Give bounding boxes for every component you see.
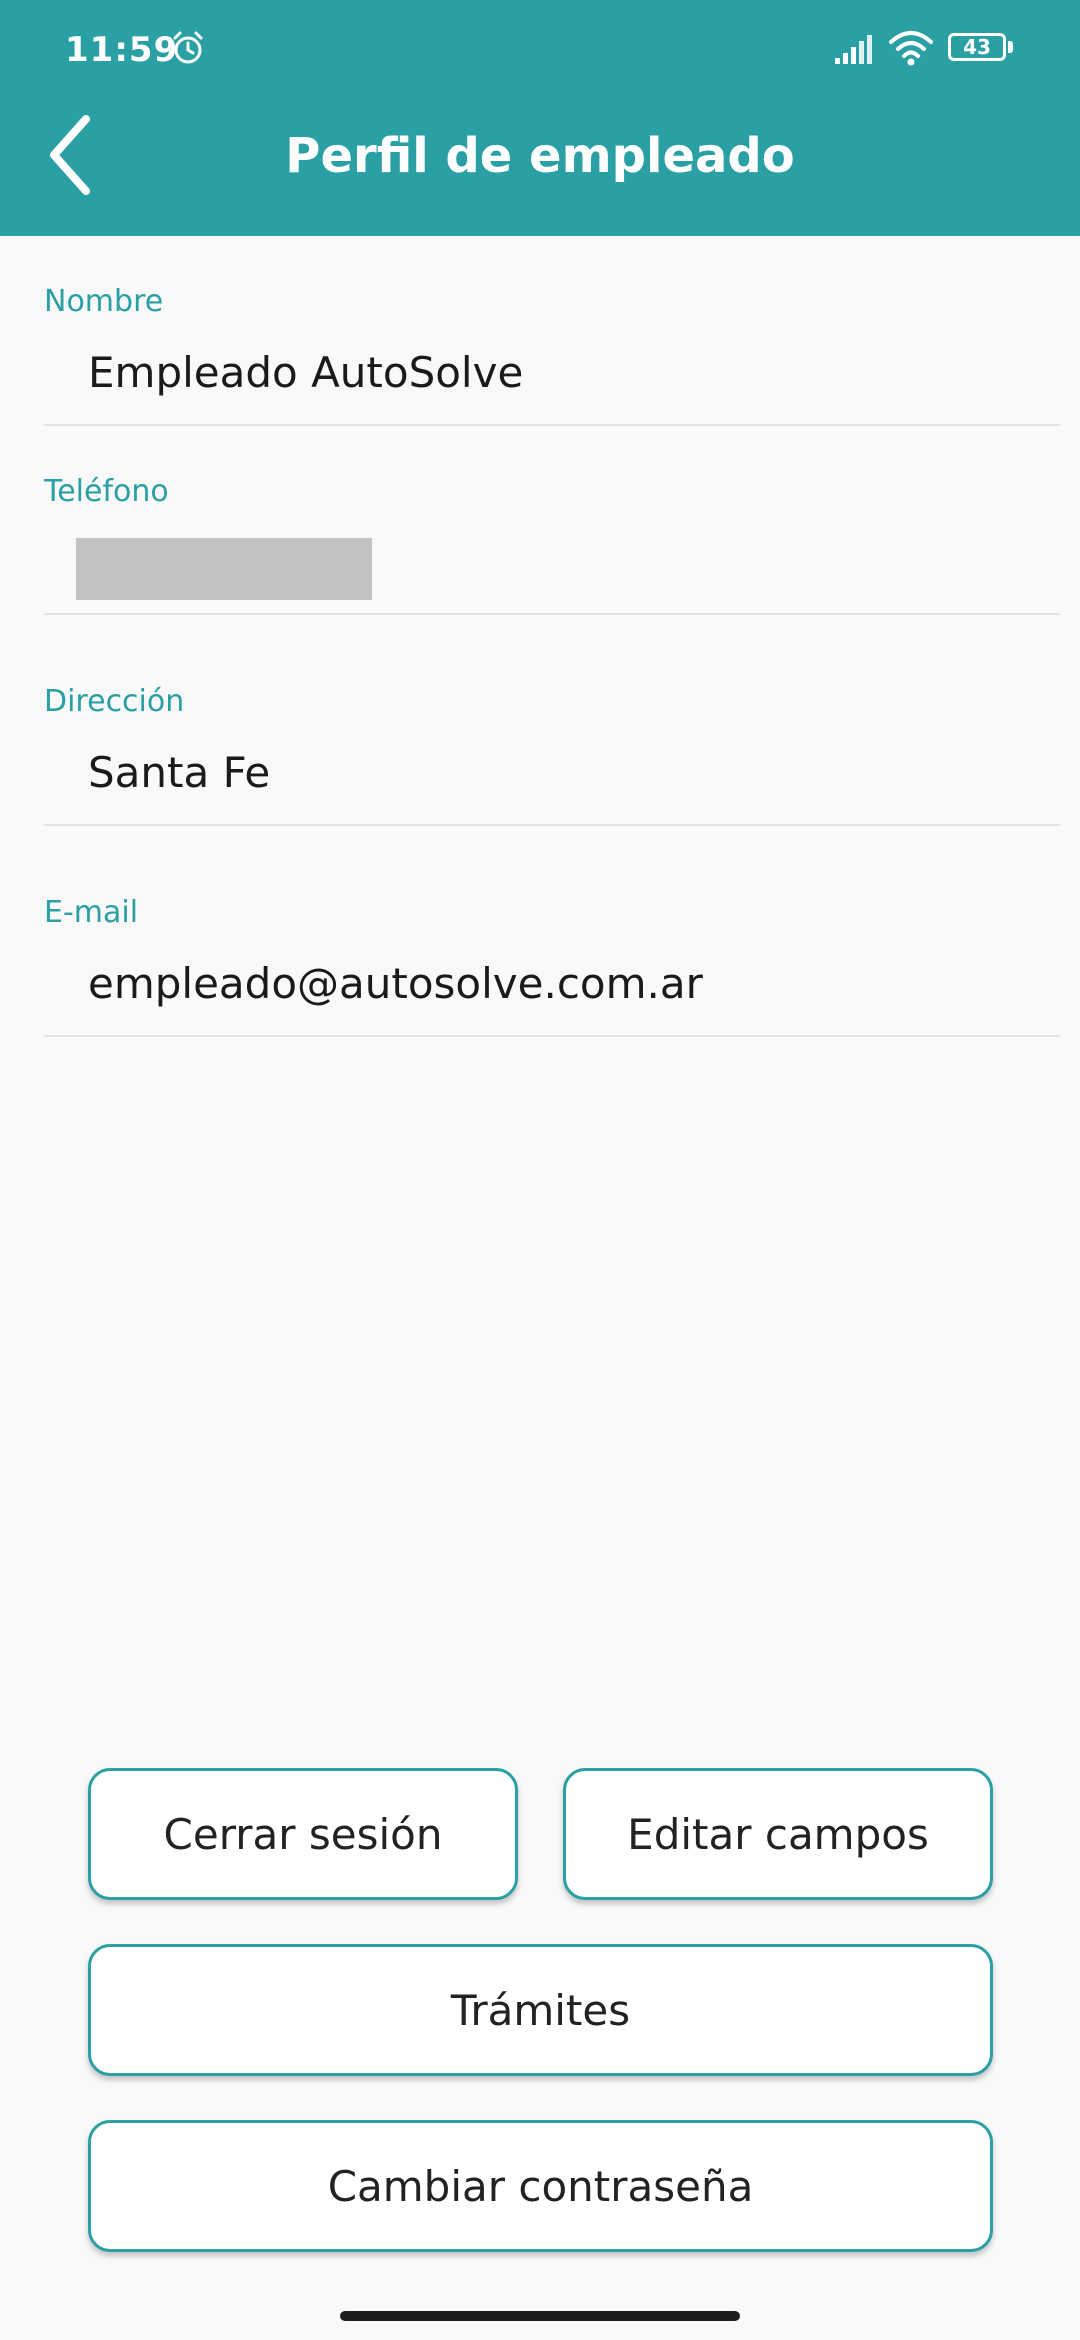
name-value: Empleado AutoSolve — [88, 348, 524, 397]
email-value: empleado@autosolve.com.ar — [88, 959, 703, 1008]
phone-field: Teléfono — [44, 470, 1060, 615]
logout-button[interactable]: Cerrar sesión — [88, 1768, 518, 1900]
edit-fields-button[interactable]: Editar campos — [563, 1768, 993, 1900]
name-field: Nombre Empleado AutoSolve — [44, 280, 1060, 426]
app-bar: 11:59 43 Perfil de empleado — [0, 0, 1080, 236]
change-password-button[interactable]: Cambiar contraseña — [88, 2120, 993, 2252]
phone-label: Teléfono — [44, 474, 169, 509]
wifi-icon — [889, 31, 933, 66]
alarm-icon — [173, 31, 203, 64]
battery-level: 43 — [963, 35, 991, 59]
redacted-phone-value — [76, 538, 372, 600]
status-time: 11:59 — [65, 30, 179, 70]
battery-icon: 43 — [948, 33, 1014, 65]
address-field: Dirección Santa Fe — [44, 680, 1060, 826]
page-title: Perfil de empleado — [285, 128, 795, 184]
address-label: Dirección — [44, 684, 185, 719]
address-value: Santa Fe — [88, 748, 271, 797]
email-field: E-mail empleado@autosolve.com.ar — [44, 891, 1060, 1037]
procedures-button[interactable]: Trámites — [88, 1944, 993, 2076]
home-indicator[interactable] — [340, 2311, 740, 2321]
signal-icon — [835, 35, 872, 64]
email-label: E-mail — [44, 895, 139, 930]
name-label: Nombre — [44, 284, 164, 319]
